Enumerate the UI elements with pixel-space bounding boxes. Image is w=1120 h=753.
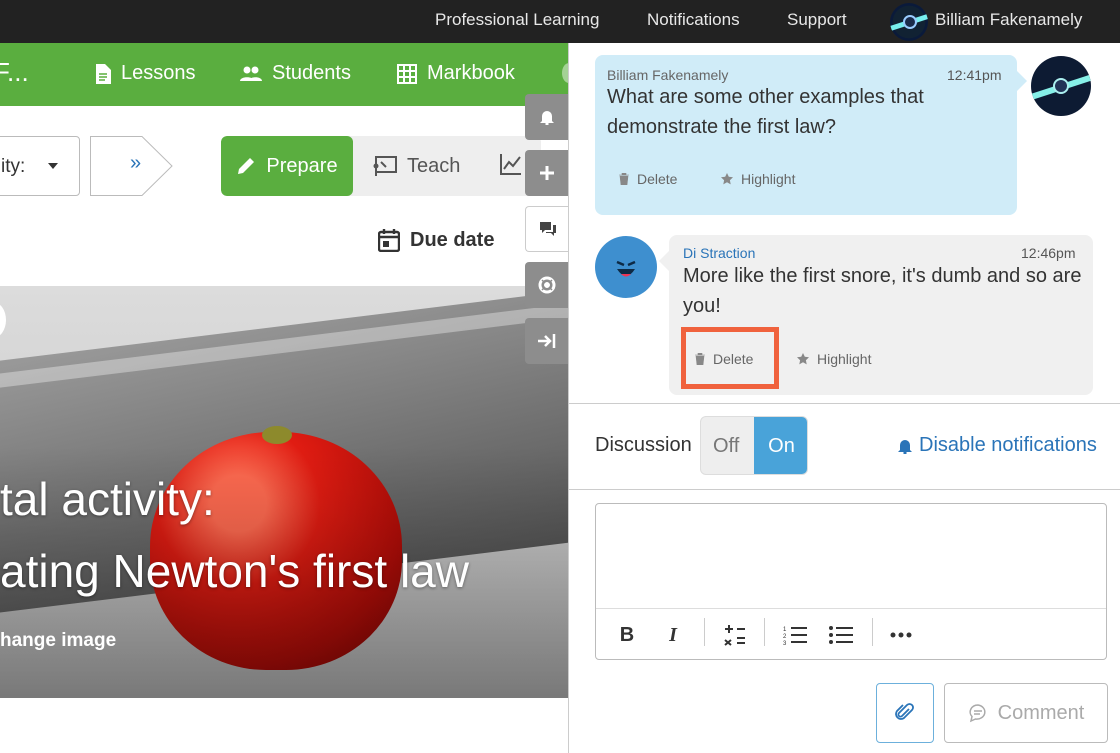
divider — [569, 489, 1120, 490]
chat-icon — [539, 222, 556, 236]
mode-prepare-label: Prepare — [266, 154, 338, 177]
toolbar-separator — [704, 618, 705, 646]
formula-icon[interactable] — [720, 624, 750, 646]
avatar — [1031, 56, 1091, 116]
speech-bubble-icon — [969, 704, 986, 723]
ordered-list-icon[interactable]: 123 — [780, 624, 810, 646]
message-highlight-button[interactable]: Highlight — [797, 351, 871, 367]
star-icon — [721, 173, 733, 185]
svg-text:2: 2 — [783, 634, 787, 640]
hero-title-line-2: ating Newton's first law — [0, 545, 469, 597]
bell-icon — [540, 111, 554, 125]
due-date-label: Due date — [410, 228, 495, 251]
mode-teach-button[interactable]: Teach — [373, 136, 460, 196]
toggle-on[interactable]: On — [754, 417, 807, 474]
next-step-label: » — [130, 152, 142, 174]
hero-title-line-1: tal activity: — [0, 473, 215, 525]
discussion-panel: Billiam Fakenamely 12:41pm What are some… — [568, 43, 1120, 753]
sidetab-support[interactable] — [525, 262, 569, 308]
nav-students-label: Students — [272, 62, 351, 84]
more-options-icon[interactable] — [886, 624, 916, 646]
message-highlight-button[interactable]: Highlight — [721, 171, 795, 187]
course-nav: F... Lessons Students Markbook — [0, 43, 576, 106]
nav-markbook-label: Markbook — [427, 62, 515, 84]
message-delete-button[interactable]: Delete — [619, 171, 677, 187]
plus-icon — [540, 166, 554, 180]
activity-select[interactable]: ity: — [0, 136, 80, 196]
hero-carousel-dot[interactable] — [0, 302, 6, 338]
delete-highlight-outline — [681, 327, 779, 389]
chevron-down-icon — [48, 163, 58, 169]
nav-link-professional-learning[interactable]: Professional Learning — [435, 10, 599, 30]
nav-link-support[interactable]: Support — [787, 10, 847, 30]
top-bar: Professional Learning Notifications Supp… — [0, 0, 1120, 43]
message-time: 12:46pm — [1021, 245, 1076, 261]
nav-lessons[interactable]: Lessons — [95, 62, 196, 85]
nav-markbook[interactable]: Markbook — [397, 62, 515, 85]
message-author: Di Straction — [683, 245, 756, 261]
message-body: More like the first snore, it's dumb and… — [683, 265, 1082, 317]
star-icon — [797, 353, 809, 365]
comment-editor[interactable]: B I 123 — [595, 503, 1107, 660]
sidetab-discussion[interactable] — [525, 206, 569, 252]
discussion-toggle[interactable]: Off On — [700, 416, 808, 475]
bell-icon — [898, 439, 912, 454]
apple-stem — [262, 426, 292, 444]
comment-button[interactable]: Comment — [944, 683, 1108, 743]
nav-link-notifications[interactable]: Notifications — [647, 10, 740, 30]
paperclip-icon — [895, 703, 914, 720]
attach-file-button[interactable] — [876, 683, 934, 743]
calendar-icon — [378, 229, 400, 252]
toggle-off[interactable]: Off — [713, 435, 739, 458]
course-title: F... — [0, 57, 29, 87]
message-body: What are some other examples that demons… — [607, 86, 924, 138]
toolbar-separator — [872, 618, 873, 646]
collapse-icon — [538, 334, 556, 348]
message-delete-label: Delete — [637, 171, 678, 187]
disable-notifications-label: Disable notifications — [919, 434, 1097, 456]
next-step-button[interactable]: » — [90, 136, 174, 201]
presentation-icon — [373, 156, 397, 176]
grid-icon — [397, 63, 417, 84]
users-icon — [240, 66, 262, 81]
pencil-icon — [238, 158, 255, 174]
message-bubble-own: Billiam Fakenamely 12:41pm What are some… — [595, 55, 1027, 215]
avatar — [595, 236, 657, 298]
message-author: Billiam Fakenamely — [607, 67, 729, 83]
svg-text:3: 3 — [783, 641, 787, 645]
disable-notifications-link[interactable]: Disable notifications — [897, 434, 1097, 457]
change-image-link[interactable]: hange image — [0, 630, 116, 652]
message-time: 12:41pm — [947, 67, 1002, 83]
comment-button-label: Comment — [997, 701, 1085, 724]
sidetab-notifications[interactable] — [525, 94, 569, 140]
user-menu[interactable]: Billiam Fakenamely — [935, 10, 1082, 30]
bullet-list-icon[interactable] — [826, 624, 856, 646]
italic-icon[interactable]: I — [658, 624, 688, 646]
sidetab-add[interactable] — [525, 150, 569, 196]
nav-lessons-label: Lessons — [121, 62, 196, 84]
lesson-hero-image: tal activity: ating Newton's first law h… — [0, 286, 568, 698]
message-highlight-label: Highlight — [741, 171, 796, 187]
mode-teach-label: Teach — [407, 154, 461, 177]
support-icon — [538, 276, 556, 294]
sidetab-collapse[interactable] — [525, 318, 569, 364]
mode-switcher: Prepare Teach — [221, 136, 541, 196]
discussion-label: Discussion — [595, 434, 692, 456]
mode-prepare-button[interactable]: Prepare — [221, 136, 353, 196]
divider — [569, 403, 1120, 404]
bold-icon[interactable]: B — [612, 624, 642, 646]
message-highlight-label: Highlight — [817, 351, 872, 367]
due-date-button[interactable]: Due date — [378, 228, 494, 252]
toolbar-separator — [764, 618, 765, 646]
chart-icon[interactable] — [499, 152, 523, 176]
user-avatar[interactable] — [890, 3, 928, 41]
trash-icon — [619, 173, 629, 185]
svg-text:1: 1 — [783, 627, 787, 633]
nav-students[interactable]: Students — [240, 62, 351, 85]
document-icon — [96, 63, 111, 84]
editor-toolbar-divider — [596, 608, 1106, 609]
activity-select-label: ity: — [1, 156, 26, 177]
